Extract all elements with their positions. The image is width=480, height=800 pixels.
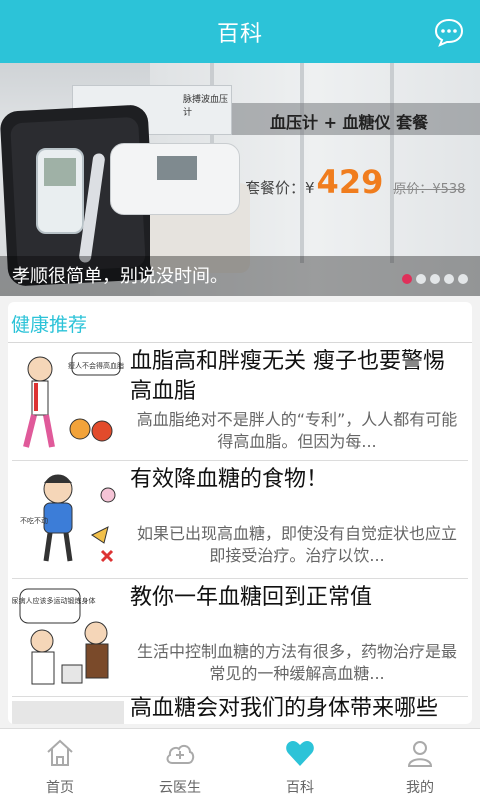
- article-thumbnail: 糖尿病人应该多运动锻炼身体: [12, 583, 124, 691]
- price-value: 429: [316, 163, 384, 201]
- price-label: 套餐价：¥: [245, 179, 315, 197]
- article-desc: 高血脂绝对不是胖人的“专利”，人人都有可能得高血脂。但因为每...: [136, 410, 458, 451]
- article-title: 教你一年血糖回到正常值: [130, 585, 373, 610]
- home-icon: [47, 739, 73, 766]
- bottom-tab-bar: 首页 云医生 百科 我的: [0, 728, 480, 800]
- cloud-doctor-icon: [166, 744, 195, 764]
- page-title: 百科: [216, 21, 263, 47]
- article-title: 高血糖会对我们的身体带来哪些: [130, 696, 439, 721]
- tab-label: 云医生: [159, 780, 201, 796]
- carousel-dot[interactable]: [416, 274, 426, 284]
- article-thumbnail: 瘦人不会得高血脂: [12, 347, 124, 455]
- banner-tag: 血压计 + 血糖仪 套餐: [270, 113, 429, 132]
- top-bar: 百科: [0, 0, 480, 63]
- tab-encyclopedia[interactable]: 百科: [240, 729, 360, 800]
- article-item[interactable]: 瘦人不会得高血脂 血脂高和胖瘦无关 瘦子也要警惕高血脂 高血脂绝对不是胖人的“专…: [8, 343, 472, 461]
- carousel-dots[interactable]: [402, 274, 468, 284]
- article-title: 血脂高和胖瘦无关 瘦子也要警惕高血脂: [130, 349, 445, 404]
- promo-banner[interactable]: 血压计 + 血糖仪 套餐 套餐价：¥ 429 原价：¥538 脉搏波血压计 孝顺…: [0, 63, 480, 296]
- chat-icon[interactable]: [434, 17, 464, 47]
- article-title: 有效降血糖的食物！: [130, 467, 329, 492]
- section-title: 健康推荐: [11, 314, 88, 336]
- heart-icon: [286, 741, 314, 766]
- thumb-bubble-text: 糖尿病人应该多运动锻炼身体: [12, 596, 96, 605]
- tab-label: 首页: [46, 780, 74, 796]
- glucose-meter: [36, 148, 84, 234]
- tab-cloud-doctor[interactable]: 云医生: [120, 729, 240, 800]
- product-box-label: 脉搏波血压计: [183, 95, 229, 118]
- health-recommend-card: 健康推荐 瘦人不会得高血脂 血脂高和胖瘦无关 瘦子也要警惕高血脂 高血脂绝对不是…: [8, 302, 472, 724]
- article-item[interactable]: 糖尿病人应该多运动锻炼身体 教你一年血糖回到正常值 生活中控制血糖的方法有很多，…: [8, 579, 472, 697]
- article-desc: 生活中控制血糖的方法有很多，药物治疗是最常见的一种缓解高血糖...: [136, 642, 457, 683]
- carousel-dot[interactable]: [430, 274, 440, 284]
- original-price: 原价：¥538: [393, 182, 466, 197]
- tab-home[interactable]: 首页: [0, 729, 120, 800]
- tab-mine[interactable]: 我的: [360, 729, 480, 800]
- carousel-dot[interactable]: [444, 274, 454, 284]
- article-thumbnail: [12, 701, 124, 724]
- tab-label: 我的: [406, 780, 434, 796]
- article-thumbnail: 不吃不动: [12, 465, 124, 573]
- tab-label: 百科: [286, 780, 314, 796]
- carousel-dot[interactable]: [458, 274, 468, 284]
- thumb-bubble-text: 瘦人不会得高血脂: [68, 361, 124, 370]
- banner-caption: 孝顺很简单，别说没时间。: [12, 266, 228, 287]
- article-item[interactable]: 不吃不动 有效降血糖的食物！ 如果已出现高血糖，即使没有自觉症状也应立即接受治疗…: [8, 461, 472, 579]
- banner-price-row: 套餐价：¥ 429 原价：¥538: [245, 163, 465, 201]
- article-item[interactable]: 高血糖会对我们的身体带来哪些: [8, 696, 472, 724]
- user-icon: [407, 741, 433, 767]
- thumb-caption: 不吃不动: [20, 516, 48, 525]
- blood-pressure-monitor: [110, 143, 240, 215]
- article-desc: 如果已出现高血糖，即使没有自觉症状也应立即接受治疗。治疗以饮...: [136, 524, 457, 565]
- carousel-dot[interactable]: [402, 274, 412, 284]
